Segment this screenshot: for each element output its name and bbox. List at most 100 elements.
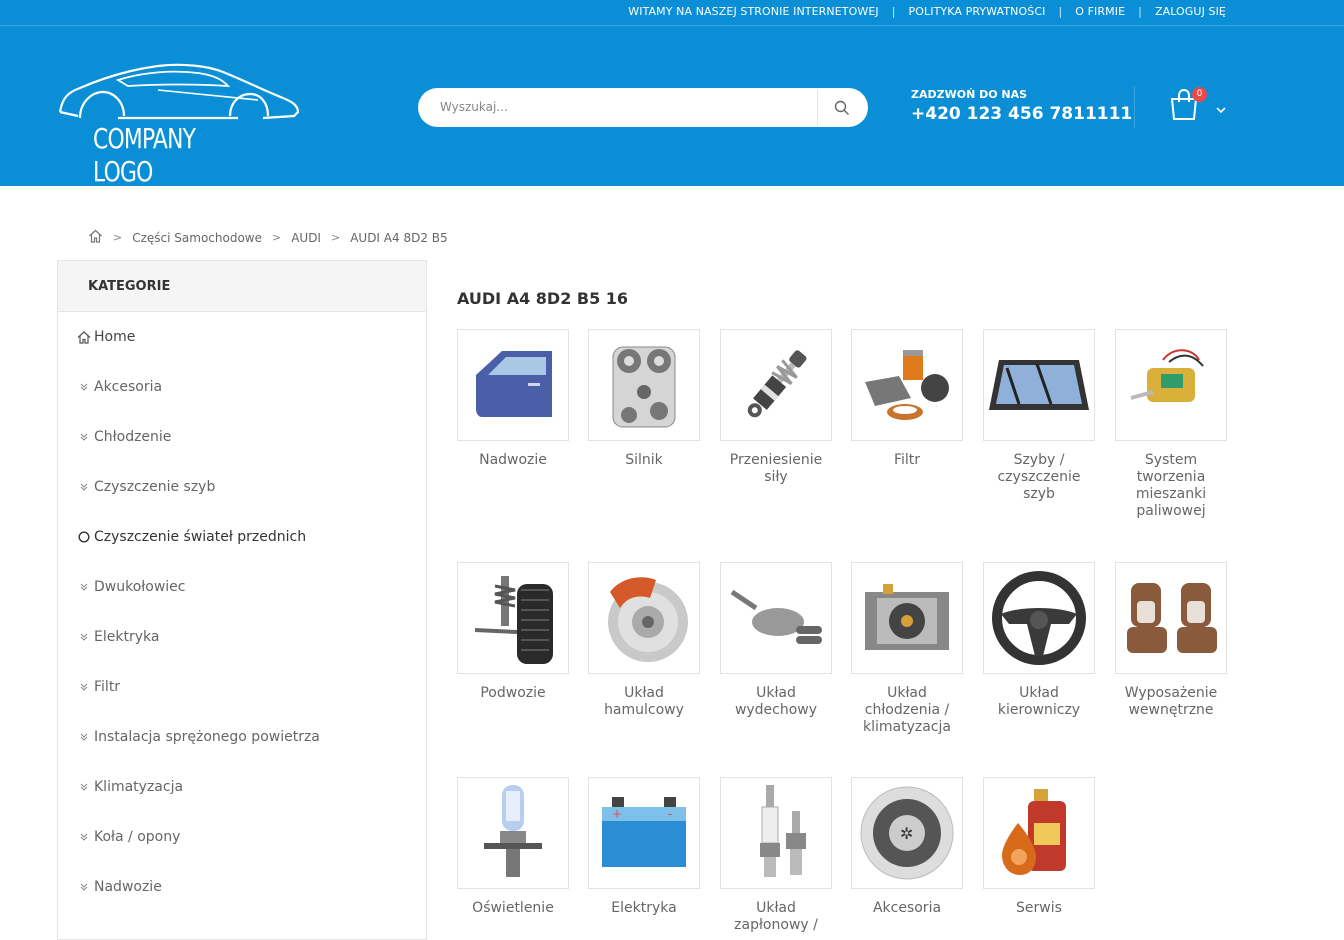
about-company-link[interactable]: O FIRMIE — [1075, 5, 1125, 18]
category-label: Silnik — [625, 452, 663, 468]
category-label: Elektryka — [611, 900, 677, 916]
category-tile-przeniesienie-sily[interactable]: Przeniesienie siły — [720, 329, 832, 486]
category-tile-uklad-zaplonowy[interactable]: Układ zapłonowy / — [720, 777, 832, 934]
sidebar-item-czyszczenie-swiatel[interactable]: Czyszczenie świateł przednich — [76, 525, 306, 549]
sidebar-item-home[interactable]: Home — [76, 325, 135, 349]
cart-count-badge: 0 — [1192, 87, 1207, 102]
category-tile-uklad-kierowniczy[interactable]: Układ kierowniczy — [983, 562, 1095, 719]
category-tile-szyby[interactable]: Szyby / czyszczenie szyb — [983, 329, 1095, 503]
sidebar-item-label: Czyszczenie świateł przednich — [94, 529, 307, 545]
phone-number[interactable]: +420 123 456 7811111 — [911, 104, 1132, 124]
sidebar-item-filtr[interactable]: Filtr — [76, 675, 120, 699]
category-tile-uklad-hamulcowy[interactable]: Układ hamulcowy — [588, 562, 700, 719]
category-tile-oswietlenie[interactable]: Oświetlenie — [457, 777, 569, 917]
search-box — [418, 88, 868, 127]
climate-control-knob-icon: ✲ — [851, 777, 963, 889]
site-header: WITAMY NA NASZEJ STRONIE INTERNETOWEJ | … — [0, 0, 1344, 188]
category-label: Układ wydechowy — [734, 685, 818, 718]
sidebar-item-instalacja-powietrza[interactable]: Instalacja sprężonego powietrza — [76, 725, 320, 749]
category-tile-system-paliwowy[interactable]: System tworzenia mieszanki paliwowej — [1115, 329, 1227, 520]
logo-text: COMPANY LOGO — [93, 122, 196, 188]
sidebar-item-nadwozie[interactable]: Nadwozie — [76, 875, 162, 899]
category-label: Układ kierowniczy — [997, 685, 1081, 718]
header-divider — [1134, 86, 1135, 128]
sidebar-item-label: Akcesoria — [94, 379, 163, 395]
circle-icon — [76, 531, 92, 543]
sidebar-item-kola-opony[interactable]: Koła / opony — [76, 825, 180, 849]
filter-icon — [851, 329, 963, 441]
category-tile-podwozie[interactable]: Podwozie — [457, 562, 569, 702]
welcome-link[interactable]: WITAMY NA NASZEJ STRONIE INTERNETOWEJ — [628, 5, 878, 18]
sidebar-item-chlodzenie[interactable]: Chłodzenie — [76, 425, 171, 449]
sidebar-item-dwukolowiec[interactable]: Dwukołowiec — [76, 575, 185, 599]
top-bar: WITAMY NA NASZEJ STRONIE INTERNETOWEJ | … — [0, 0, 1344, 26]
category-label: Podwozie — [480, 685, 546, 701]
oil-service-icon — [983, 777, 1095, 889]
breadcrumb-current: AUDI A4 8D2 B5 — [350, 230, 448, 245]
double-chevron-down-icon — [76, 633, 92, 641]
fuel-pump-icon — [1115, 329, 1227, 441]
category-sidebar: KATEGORIE Home Akcesoria Chłodzenie Czys… — [57, 260, 427, 940]
sidebar-item-klimatyzacja[interactable]: Klimatyzacja — [76, 775, 183, 799]
category-label: Nadwozie — [479, 452, 547, 468]
category-tile-serwis[interactable]: Serwis — [983, 777, 1095, 917]
category-label: Układ chłodzenia / klimatyzacja — [863, 685, 951, 735]
chevron-right-icon: > — [113, 231, 123, 244]
double-chevron-down-icon — [76, 833, 92, 841]
category-label: Akcesoria — [872, 900, 942, 916]
category-label: Serwis — [1016, 900, 1062, 916]
shock-absorber-icon — [720, 329, 832, 441]
search-icon — [834, 100, 849, 115]
category-tile-filtr[interactable]: Filtr — [851, 329, 963, 469]
sidebar-item-label: Home — [94, 329, 136, 345]
sidebar-item-label: Klimatyzacja — [94, 779, 184, 795]
category-tile-silnik[interactable]: Silnik — [588, 329, 700, 469]
category-label: Oświetlenie — [472, 900, 554, 916]
sidebar-item-akcesoria[interactable]: Akcesoria — [76, 375, 162, 399]
car-battery-icon: + - — [588, 777, 700, 889]
category-label: Filtr — [893, 452, 921, 468]
category-tile-wyposazenie[interactable]: Wyposażenie wewnętrzne — [1115, 562, 1227, 719]
chevron-right-icon: > — [330, 231, 341, 244]
chevron-right-icon: > — [271, 231, 282, 244]
privacy-policy-link[interactable]: POLITYKA PRYWATNOŚCI — [909, 5, 1046, 18]
sidebar-item-label: Nadwozie — [94, 879, 162, 895]
category-tile-akcesoria[interactable]: ✲ Akcesoria — [851, 777, 963, 917]
double-chevron-down-icon — [76, 883, 92, 891]
exhaust-muffler-icon — [720, 562, 832, 674]
search-button[interactable] — [818, 88, 866, 127]
suspension-wheel-icon — [457, 562, 569, 674]
svg-text:-: - — [668, 807, 672, 821]
sidebar-item-label: Filtr — [94, 679, 121, 695]
steering-wheel-icon — [983, 562, 1095, 674]
home-icon — [76, 330, 92, 344]
breadcrumb-car-parts[interactable]: Części Samochodowe — [132, 231, 262, 245]
spark-plug-icon — [720, 777, 832, 889]
call-us-label: ZADZWOŃ DO NAS — [911, 88, 1028, 101]
separator: | — [1138, 5, 1142, 18]
separator: | — [1058, 5, 1063, 18]
headlight-bulb-icon — [457, 777, 569, 889]
category-tile-elektryka[interactable]: + - Elektryka — [588, 777, 700, 917]
home-icon[interactable] — [88, 229, 103, 246]
top-links: WITAMY NA NASZEJ STRONIE INTERNETOWEJ | … — [628, 5, 1226, 18]
double-chevron-down-icon — [76, 733, 92, 741]
company-logo[interactable]: COMPANY LOGO — [58, 60, 303, 188]
windshield-wiper-icon — [983, 329, 1095, 441]
login-link[interactable]: ZALOGUJ SIĘ — [1155, 5, 1226, 18]
sidebar-item-label: Dwukołowiec — [94, 579, 186, 595]
category-tile-nadwozie[interactable]: Nadwozie — [457, 329, 569, 469]
chevron-down-icon[interactable] — [1216, 99, 1226, 118]
sidebar-item-label: Chłodzenie — [94, 429, 172, 445]
car-seats-icon — [1115, 562, 1227, 674]
sidebar-item-czyszczenie-szyb[interactable]: Czyszczenie szyb — [76, 475, 215, 499]
breadcrumb-audi[interactable]: AUDI — [291, 231, 321, 245]
category-tile-uklad-wydechowy[interactable]: Układ wydechowy — [720, 562, 832, 719]
engine-icon — [588, 329, 700, 441]
radiator-fan-icon — [851, 562, 963, 674]
category-tile-uklad-chlodzenia[interactable]: Układ chłodzenia / klimatyzacja — [851, 562, 963, 736]
sidebar-item-elektryka[interactable]: Elektryka — [76, 625, 159, 649]
brake-disc-icon — [588, 562, 700, 674]
search-input[interactable] — [440, 96, 820, 118]
category-label: Wyposażenie wewnętrzne — [1124, 685, 1218, 718]
